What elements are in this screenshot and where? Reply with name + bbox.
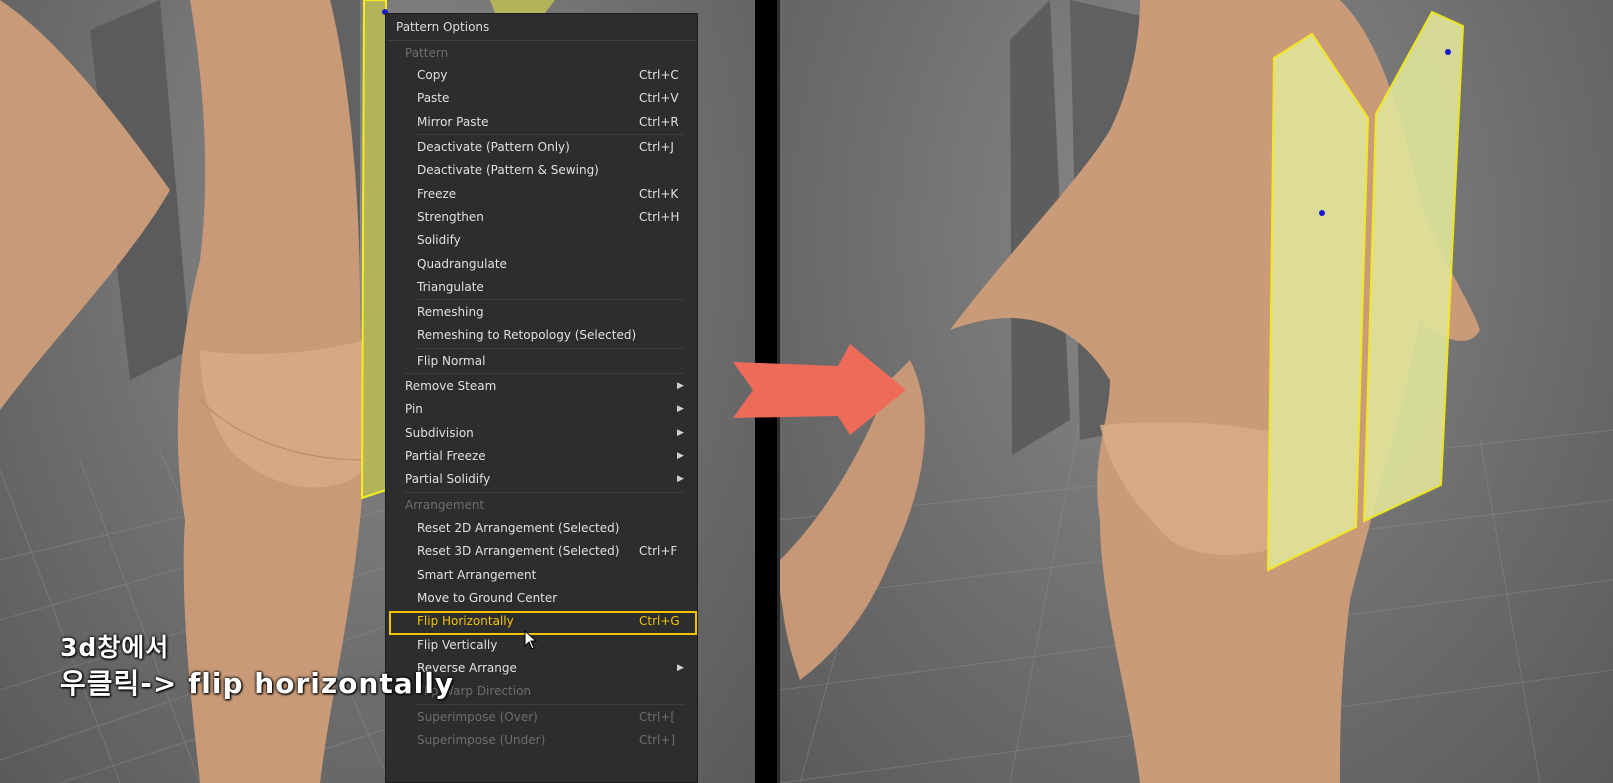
submenu-arrow-icon: ▶ — [677, 663, 684, 673]
submenu-arrow-icon: ▶ — [677, 474, 684, 484]
pattern-point-1 — [1319, 210, 1325, 216]
submenu-arrow-icon: ▶ — [677, 451, 684, 461]
separator — [404, 492, 684, 493]
mouse-pointer-icon — [524, 630, 538, 650]
menu-item-deactivate-pattern[interactable]: Deactivate (Pattern Only) Ctrl+J — [386, 136, 697, 159]
menu-item-reset-3d[interactable]: Reset 3D Arrangement (Selected) Ctrl+F — [386, 540, 697, 563]
menu-item-partial-freeze[interactable]: Partial Freeze ▶ — [386, 445, 697, 468]
menu-item-paste[interactable]: Paste Ctrl+V — [386, 87, 697, 110]
separator — [404, 373, 684, 374]
separator — [416, 704, 684, 705]
highlight-box — [389, 611, 697, 635]
pattern-piece-left-view-2[interactable] — [490, 0, 555, 13]
separator — [416, 348, 684, 349]
menu-item-strengthen[interactable]: Strengthen Ctrl+H — [386, 206, 697, 229]
pattern-piece-left-view[interactable] — [360, 0, 387, 500]
menu-item-copy[interactable]: Copy Ctrl+C — [386, 64, 697, 87]
menu-item-deactivate-sewing[interactable]: Deactivate (Pattern & Sewing) — [386, 159, 697, 182]
menu-item-partial-solidify[interactable]: Partial Solidify ▶ — [386, 468, 697, 491]
menu-item-quadrangulate[interactable]: Quadrangulate — [386, 253, 697, 276]
arrow-icon — [733, 344, 906, 435]
section-arrangement: Arrangement — [405, 498, 485, 512]
submenu-arrow-icon: ▶ — [677, 428, 684, 438]
menu-item-pin[interactable]: Pin ▶ — [386, 398, 697, 421]
menu-item-remeshing-retopology[interactable]: Remeshing to Retopology (Selected) — [386, 324, 697, 347]
menu-item-superimpose-under: Superimpose (Under) Ctrl+] — [417, 733, 676, 747]
menu-item-flip-normal[interactable]: Flip Normal — [386, 350, 697, 373]
menu-item-subdivision[interactable]: Subdivision ▶ — [386, 422, 697, 445]
separator — [416, 134, 684, 135]
menu-item-remove-steam[interactable]: Remove Steam ▶ — [386, 375, 697, 398]
menu-item-solidify[interactable]: Solidify — [386, 229, 697, 252]
submenu-arrow-icon: ▶ — [677, 404, 684, 414]
pattern-piece-left[interactable] — [1266, 32, 1370, 572]
menu-item-superimpose-over: Superimpose (Over) Ctrl+[ — [417, 710, 676, 724]
menu-item-freeze[interactable]: Freeze Ctrl+K — [386, 183, 697, 206]
menu-item-mirror-paste[interactable]: Mirror Paste Ctrl+R — [386, 111, 697, 134]
menu-title: Pattern Options — [386, 14, 697, 41]
submenu-arrow-icon: ▶ — [677, 381, 684, 391]
separator — [416, 299, 684, 300]
caption-line-1: 3d창에서 — [60, 633, 170, 662]
caption-line-2: 우클릭-> flip horizontally — [60, 667, 455, 700]
menu-item-triangulate[interactable]: Triangulate — [386, 276, 697, 299]
section-pattern: Pattern — [405, 46, 449, 60]
menu-item-smart-arrangement[interactable]: Smart Arrangement — [386, 564, 697, 587]
menu-item-remeshing[interactable]: Remeshing — [386, 301, 697, 324]
menu-item-reset-2d[interactable]: Reset 2D Arrangement (Selected) — [386, 517, 697, 540]
menu-item-flip-vertically[interactable]: Flip Vertically — [386, 634, 697, 657]
pattern-point-2 — [1445, 49, 1451, 55]
menu-item-move-ground-center[interactable]: Move to Ground Center — [386, 587, 697, 610]
